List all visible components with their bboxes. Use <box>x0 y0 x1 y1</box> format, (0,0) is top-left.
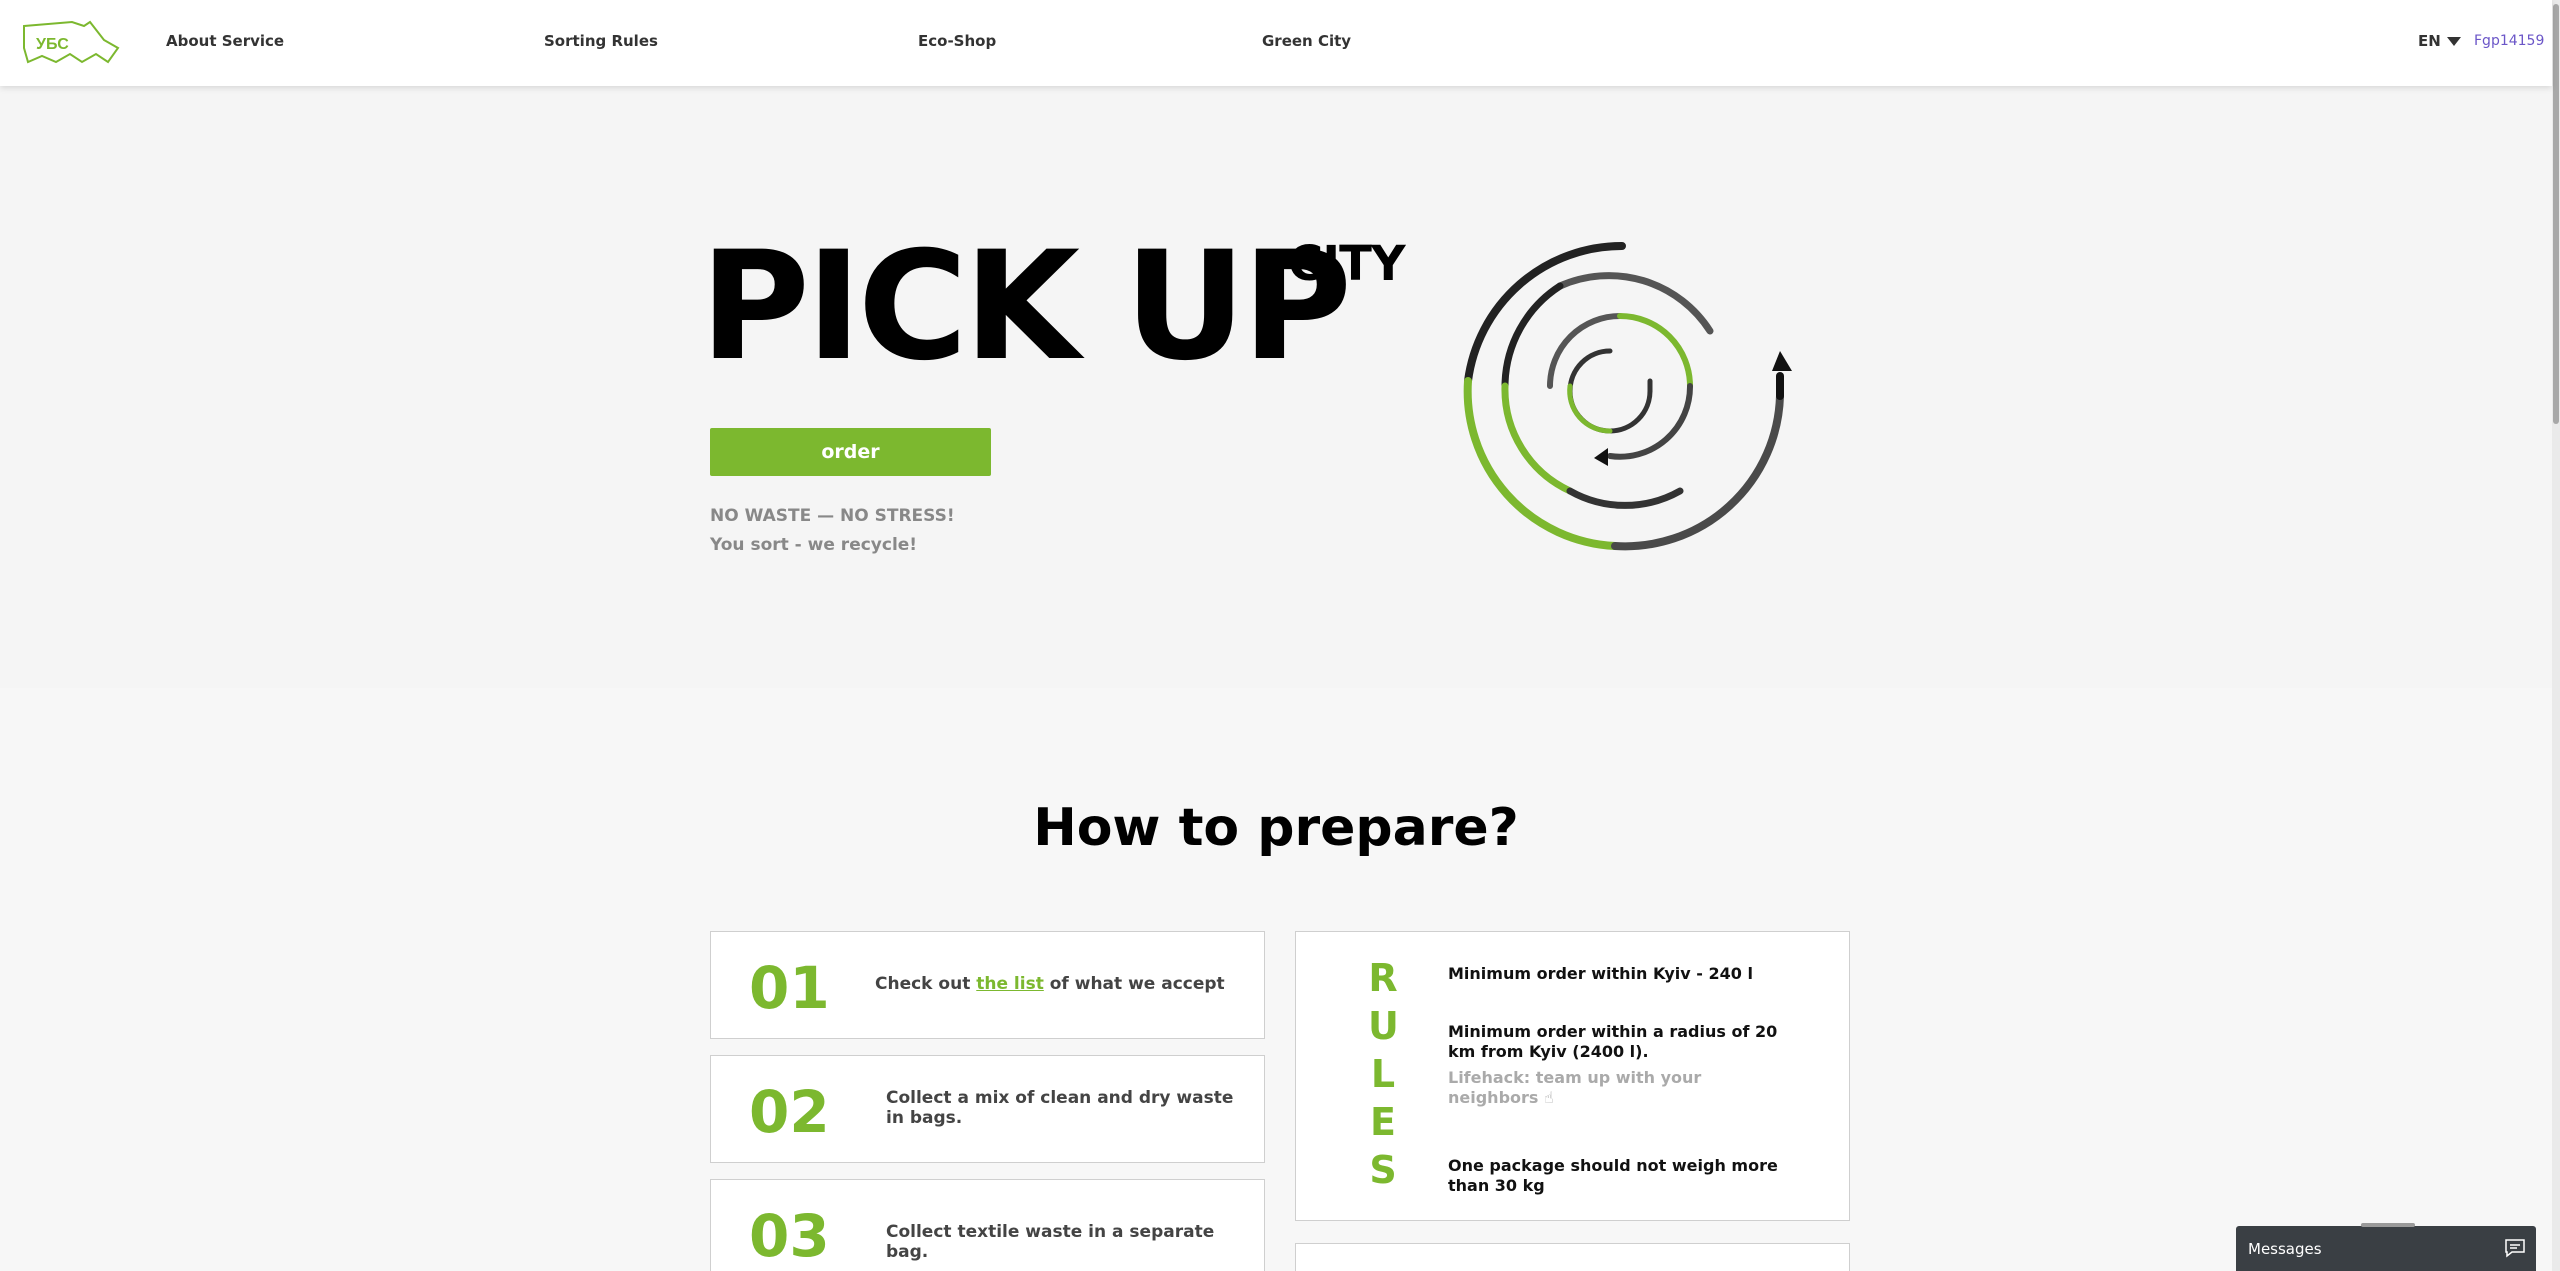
step-card-1: 01 Check out the list of what we accept <box>710 931 1265 1039</box>
step-text: Collect a mix of clean and dry waste in … <box>886 1088 1234 1129</box>
rule-item: One package should not weigh more than 3… <box>1448 1156 1778 1195</box>
messages-widget[interactable]: Messages <box>2236 1223 2536 1271</box>
hero-section: PICK UP CITY order NO WASTE — NO STRESS!… <box>0 86 2552 688</box>
step-text: Check out the list of what we accept <box>875 974 1225 994</box>
step-card-3: 03 Collect textile waste in a separate b… <box>710 1179 1265 1271</box>
rule-item: Minimum order within Kyiv - 240 l <box>1448 964 1753 983</box>
section-title: How to prepare? <box>1033 798 1519 858</box>
caret-down-icon <box>2446 36 2461 46</box>
order-button[interactable]: order <box>710 428 991 476</box>
logo-text: УБС <box>36 36 69 53</box>
scrollbar[interactable] <box>2552 0 2560 1271</box>
hero-superscript: CITY <box>1288 236 1406 292</box>
rules-letter: R <box>1368 956 1398 1000</box>
site-header: УБС About Service Sorting Rules Eco-Shop… <box>0 0 2552 86</box>
rules-letter: L <box>1370 1052 1396 1096</box>
accepted-list-link[interactable]: the list <box>976 974 1044 994</box>
recycle-arrow-icon <box>1463 241 1792 551</box>
slogan-line-2: You sort - we recycle! <box>710 535 918 555</box>
slogan-line-1: NO WASTE — NO STRESS! <box>710 506 955 526</box>
user-link[interactable]: Fgp14159 <box>2474 33 2544 49</box>
nav-green-city[interactable]: Green City <box>1262 32 1351 50</box>
messages-grip[interactable] <box>2361 1223 2415 1227</box>
step-number: 02 <box>749 1078 830 1146</box>
rules-letter: E <box>1370 1100 1396 1144</box>
nav-about-service[interactable]: About Service <box>166 32 284 50</box>
rules-card: R U L E S Minimum order within Kyiv - 24… <box>1295 931 1850 1221</box>
chat-icon <box>2505 1239 2525 1258</box>
step-number: 01 <box>749 954 830 1022</box>
step-number: 03 <box>749 1202 830 1270</box>
language-label: EN <box>2418 32 2441 50</box>
language-selector[interactable]: EN <box>2418 32 2461 50</box>
messages-label: Messages <box>2248 1239 2322 1258</box>
prepare-section: How to prepare? 01 Check out the list of… <box>0 688 2552 1271</box>
rule-item: Minimum order within a radius of 20 km f… <box>1448 1022 1778 1061</box>
step-card-2: 02 Collect a mix of clean and dry waste … <box>710 1055 1265 1163</box>
nav-sorting-rules[interactable]: Sorting Rules <box>544 32 658 50</box>
nav-eco-shop[interactable]: Eco-Shop <box>918 32 996 50</box>
step-text: Collect textile waste in a separate bag. <box>886 1222 1215 1263</box>
scrollbar-thumb[interactable] <box>2553 4 2559 424</box>
next-card <box>1295 1243 1850 1271</box>
rules-letter: S <box>1369 1148 1397 1192</box>
rules-letter: U <box>1368 1004 1399 1048</box>
logo-icon: УБС <box>23 20 120 64</box>
logo[interactable]: УБС <box>22 18 120 68</box>
rule-tip: Lifehack: team up with your neighbors ☝ <box>1448 1068 1702 1107</box>
hero-title: PICK UP <box>700 220 1352 394</box>
